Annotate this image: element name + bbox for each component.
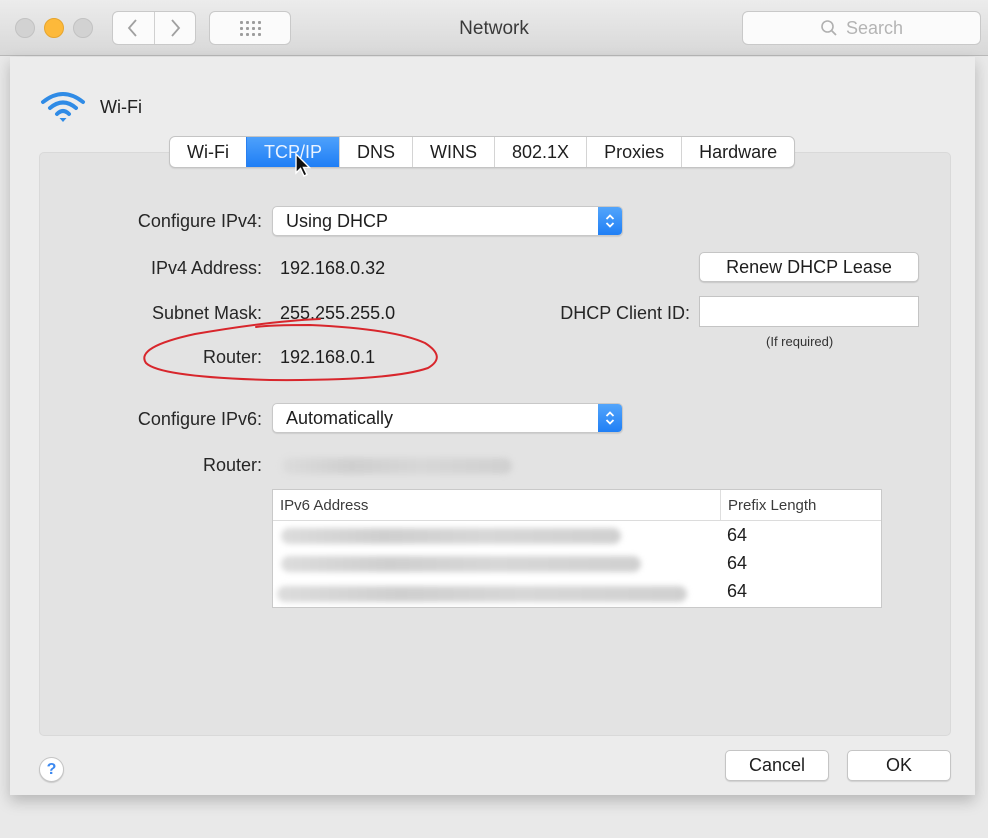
interface-header: Wi-Fi [40,91,142,123]
prefix-length-cell: 64 [727,580,748,601]
ipv6-address-cell [273,521,721,549]
router-ipv6-label: Router: [202,455,262,475]
dhcp-client-id-label: DHCP Client ID: [560,303,690,323]
mouse-pointer-icon [295,153,312,177]
wifi-icon [41,92,85,122]
configure-ipv4-select[interactable]: Using DHCP [272,206,623,236]
ipv4-address-label: IPv4 Address: [150,258,262,278]
configure-ipv6-label: Configure IPv6: [137,409,262,429]
stepper-arrows-icon [598,207,622,235]
tab-bar: Wi-Fi TCP/IP DNS WINS 802.1X Proxies Har… [169,136,796,168]
column-header-ipv6-address[interactable]: IPv6 Address [273,490,721,520]
title-bar: Network Search [0,0,988,56]
configure-ipv6-select[interactable]: Automatically [272,403,623,433]
tab-wifi[interactable]: Wi-Fi [170,137,246,167]
tab-proxies[interactable]: Proxies [586,137,681,167]
router-ipv4-label: Router: [202,347,262,367]
configure-ipv6-value: Automatically [286,407,394,428]
configure-ipv4-label: Configure IPv4: [137,211,262,231]
tab-hardware[interactable]: Hardware [681,137,794,167]
renew-dhcp-lease-button[interactable]: Renew DHCP Lease [699,252,919,282]
subnet-mask-label: Subnet Mask: [151,303,262,323]
tab-wins[interactable]: WINS [412,137,494,167]
subnet-mask-value: 255.255.255.0 [280,303,396,323]
router-ipv4-value: 192.168.0.1 [280,347,376,367]
tab-panel [39,152,951,736]
search-field[interactable]: Search [742,11,981,45]
tab-dns[interactable]: DNS [339,137,412,167]
redacted-address [281,528,621,544]
table-row[interactable]: 64 [273,521,881,549]
tab-tcpip[interactable]: TCP/IP [245,137,339,167]
dhcp-client-id-hint: (If required) [766,334,834,349]
network-advanced-sheet: Wi-Fi Wi-Fi TCP/IP DNS WINS 802.1X Proxi… [10,57,975,795]
table-row[interactable]: 64 [273,577,881,605]
stepper-arrows-icon [598,404,622,432]
help-button[interactable]: ? [39,757,64,782]
prefix-length-cell: 64 [727,552,748,573]
configure-ipv4-value: Using DHCP [286,210,389,231]
search-placeholder: Search [845,17,904,38]
prefix-length-cell: 64 [727,524,748,545]
search-icon [821,20,837,36]
cancel-button[interactable]: Cancel [725,750,829,781]
ipv6-address-table: IPv6 Address Prefix Length 64 64 64 [272,489,882,608]
router-ipv6-value-redacted [282,458,512,474]
dhcp-client-id-field[interactable] [699,296,919,327]
table-header: IPv6 Address Prefix Length [273,490,881,521]
ok-button[interactable]: OK [847,750,951,781]
ipv6-address-cell [273,577,721,605]
ipv4-address-value: 192.168.0.32 [280,258,386,278]
tab-8021x[interactable]: 802.1X [494,137,586,167]
ipv6-address-cell [273,549,721,577]
redacted-address [281,556,641,572]
column-header-prefix-length[interactable]: Prefix Length [721,490,816,520]
redacted-address [277,586,687,602]
interface-name: Wi-Fi [100,96,142,117]
table-row[interactable]: 64 [273,549,881,577]
